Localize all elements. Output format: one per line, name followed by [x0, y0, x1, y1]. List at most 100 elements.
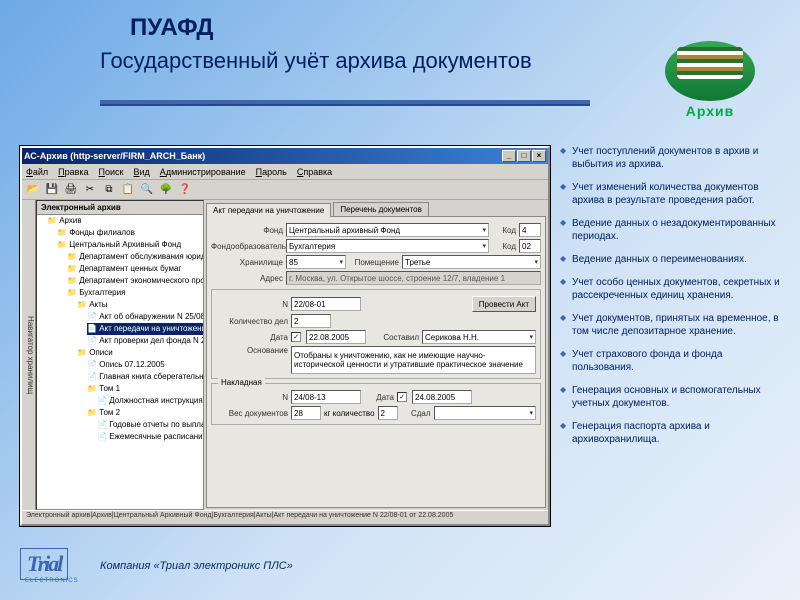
tree-node[interactable]: Центральный Архивный Фонд: [57, 239, 203, 251]
tree-file[interactable]: Акт проверки дел фонда N 24-08/01 от 24.…: [87, 335, 203, 347]
tree-file[interactable]: Годовые отчеты по выплатам налогов в бюд…: [97, 419, 203, 431]
save-icon[interactable]: 💾: [43, 182, 61, 198]
tree-node[interactable]: Департамент обслуживания юридических лиц…: [67, 251, 203, 263]
bullet: Генерация паспорта архива и архивохранил…: [560, 420, 785, 446]
nakladnaya-group-title: Накладная: [218, 378, 265, 387]
menubar: Файл Правка Поиск Вид Администрирование …: [22, 164, 548, 180]
ves-label: Вес документов: [216, 409, 288, 418]
hran-label: Хранилище: [211, 258, 283, 267]
date-checkbox[interactable]: ✓: [291, 332, 301, 342]
pom-combo[interactable]: Третье: [402, 255, 541, 269]
tree-file[interactable]: Акт об обнаружении N 25/08-01 от 25.08.2…: [87, 311, 203, 323]
company-name: Компания «Триал электроникс ПЛС»: [100, 560, 293, 572]
menu-edit[interactable]: Правка: [58, 167, 88, 177]
toolbar: 📂 💾 🖨 ✂ ⧉ 📋 🔍 🌳 ❓: [22, 180, 548, 200]
n-field[interactable]: 22/08-01: [291, 297, 361, 311]
tree-file[interactable]: Должностная инструкция Главного бухгалте…: [97, 395, 203, 407]
tree-node[interactable]: Описи: [77, 347, 203, 359]
navigator-vertical-tab[interactable]: Навигатор хранилищ: [22, 200, 36, 510]
feature-list: Учет поступлений документов в архив и вы…: [560, 145, 785, 456]
kod2-label: Код: [492, 242, 516, 251]
print-icon[interactable]: 🖨: [62, 182, 80, 198]
menu-file[interactable]: Файл: [26, 167, 48, 177]
menu-view[interactable]: Вид: [134, 167, 150, 177]
ves-field[interactable]: 28: [291, 406, 321, 420]
tree-node[interactable]: Бухгалтерия: [67, 287, 203, 299]
menu-pass[interactable]: Пароль: [256, 167, 287, 177]
nn-label: N: [216, 393, 288, 402]
app-title: АС-Архив (http-server/FIRM_ARCH_Банк): [24, 151, 205, 161]
bullet: Учет изменений количества документов арх…: [560, 181, 785, 207]
kod2-field[interactable]: 02: [519, 239, 541, 253]
close-button[interactable]: ×: [532, 150, 546, 162]
nn-field[interactable]: 24/08-13: [291, 390, 361, 404]
tree-node[interactable]: Архив: [47, 215, 203, 227]
bullet: Учет особо ценных документов, секретных …: [560, 276, 785, 302]
sost-combo[interactable]: Серикова Н.Н.: [422, 330, 536, 344]
ves-unit: кг количество: [324, 409, 375, 418]
tab-act[interactable]: Акт передачи на уничтожение: [206, 203, 331, 217]
bullet: Генерация основных и вспомогательных уче…: [560, 384, 785, 410]
copy-icon[interactable]: ⧉: [100, 182, 118, 198]
slide-subtitle: Государственный учёт архива документов: [100, 48, 532, 74]
hran-combo[interactable]: 85: [286, 255, 346, 269]
minimize-button[interactable]: _: [502, 150, 516, 162]
tree-node[interactable]: Том 1: [87, 383, 203, 395]
date-field[interactable]: 22.08.2005: [306, 330, 366, 344]
tree-file-selected[interactable]: Акт передачи на уничтожение N 22/08-01 о…: [87, 323, 203, 335]
paste-icon[interactable]: 📋: [119, 182, 137, 198]
sdal-combo[interactable]: [434, 406, 536, 420]
date-label: Дата: [216, 333, 288, 342]
archive-logo: Архив: [650, 30, 770, 130]
company-logo: Trial: [20, 548, 68, 580]
bullet: Учет поступлений документов в архив и вы…: [560, 145, 785, 171]
tree-file[interactable]: Опись 07.12.2005: [87, 359, 203, 371]
fond-combo[interactable]: Центральный архивный Фонд: [286, 223, 489, 237]
bullet: Ведение данных о переименованиях.: [560, 253, 785, 266]
nd-checkbox[interactable]: ✓: [397, 392, 407, 402]
search-icon[interactable]: 🔍: [138, 182, 156, 198]
act-group: N 22/08-01 Провести Акт Количество дел 2…: [211, 289, 541, 379]
open-icon[interactable]: 📂: [24, 182, 42, 198]
nd-field[interactable]: 24.08.2005: [412, 390, 472, 404]
kod1-label: Код: [492, 226, 516, 235]
cut-icon[interactable]: ✂: [81, 182, 99, 198]
tree-icon[interactable]: 🌳: [157, 182, 175, 198]
menu-admin[interactable]: Администрирование: [160, 167, 246, 177]
osn-label: Основание: [216, 346, 288, 355]
tree-node[interactable]: Фонды филиалов: [57, 227, 203, 239]
kd-label: Количество дел: [216, 317, 288, 326]
title-underline: [100, 100, 590, 104]
addr-field: г. Москва, ул. Открытое шоссе, строение …: [286, 271, 541, 285]
tree-view[interactable]: Электронный архив Архив Фонды филиалов Ц…: [36, 200, 204, 510]
help-icon[interactable]: ❓: [176, 182, 194, 198]
menu-help[interactable]: Справка: [297, 167, 332, 177]
tree-node[interactable]: Том 2: [87, 407, 203, 419]
slide-title: ПУАФД: [130, 14, 213, 42]
form-tabstrip: Акт передачи на уничтожение Перечень док…: [204, 200, 548, 216]
titlebar: АС-Архив (http-server/FIRM_ARCH_Банк) _ …: [22, 148, 548, 164]
fo-combo[interactable]: Бухгалтерия: [286, 239, 489, 253]
tree-node[interactable]: Департамент ценных бумаг: [67, 263, 203, 275]
tab-list[interactable]: Перечень документов: [333, 202, 429, 216]
app-window: АС-Архив (http-server/FIRM_ARCH_Банк) _ …: [20, 146, 550, 526]
tree-file[interactable]: Главная книга сберегательного банка за 2…: [87, 371, 203, 383]
nakladnaya-group: Накладная N 24/08-13 Дата ✓ 24.08.2005 В…: [211, 383, 541, 425]
kol-field[interactable]: 2: [378, 406, 398, 420]
bullet: Ведение данных о незадокументированных п…: [560, 217, 785, 243]
bullet: Учет документов, принятых на временное, …: [560, 312, 785, 338]
sost-label: Составил: [369, 333, 419, 342]
osn-textarea[interactable]: Отобраны к уничтожению, как не имеющие н…: [291, 346, 536, 374]
tree-header: Электронный архив: [37, 201, 203, 215]
tree-node[interactable]: Акты: [77, 299, 203, 311]
tree-file[interactable]: Ежемесячные расписания по расчетному сче…: [97, 431, 203, 443]
tree-node[interactable]: Департамент экономического прогнозирован…: [67, 275, 203, 287]
books-icon: [665, 41, 755, 101]
run-act-button[interactable]: Провести Акт: [472, 296, 536, 312]
n-label: N: [216, 300, 288, 309]
fond-label: Фонд: [211, 226, 283, 235]
kd-field[interactable]: 2: [291, 314, 331, 328]
maximize-button[interactable]: □: [517, 150, 531, 162]
kod1-field[interactable]: 4: [519, 223, 541, 237]
menu-find[interactable]: Поиск: [99, 167, 124, 177]
